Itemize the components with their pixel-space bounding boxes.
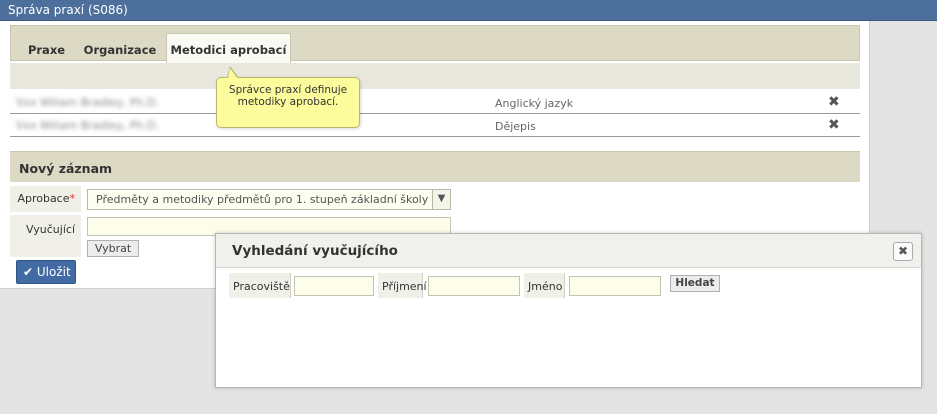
save-button-label: Uložit — [36, 265, 71, 279]
help-tooltip: Správce praxí definuje metodiky aprobací… — [216, 66, 360, 128]
window-title: Správa praxí (S086) — [0, 0, 937, 21]
check-icon: ✔ — [23, 265, 34, 279]
jmeno-input[interactable] — [569, 276, 661, 296]
pracoviste-input[interactable] — [294, 276, 374, 296]
close-icon[interactable]: ✖ — [893, 242, 913, 261]
jmeno-label: Jméno — [524, 273, 565, 298]
prijmeni-input[interactable] — [428, 276, 520, 296]
tab-organizace[interactable]: Organizace — [80, 34, 160, 62]
methodist-name: Vxx Wiliam Bradley, Ph.D. — [16, 119, 159, 132]
delete-icon[interactable]: ✖ — [828, 94, 840, 110]
aprobace-select-value: Předměty a metodiky předmětů pro 1. stup… — [96, 193, 429, 206]
search-teacher-dialog: Vyhledání vyučujícího ✖ Pracoviště Příjm… — [215, 233, 922, 388]
aprobace-select[interactable]: Předměty a metodiky předmětů pro 1. stup… — [87, 189, 451, 210]
save-button[interactable]: ✔ Uložit — [16, 260, 76, 284]
vybrat-button[interactable]: Vybrat — [87, 240, 139, 257]
search-button[interactable]: Hledat — [670, 275, 720, 292]
methodist-name: Vxx Wiliam Bradley, Ph.D. — [16, 96, 159, 109]
list-header-band — [10, 63, 860, 89]
required-mark: * — [69, 192, 76, 205]
methodist-subject: Dějepis — [495, 120, 536, 133]
new-record-title: Nový záznam — [10, 151, 860, 182]
tab-metodici-aprobaci[interactable]: Metodici aprobací — [166, 33, 291, 63]
aprobace-label-text: Aprobace — [17, 192, 70, 205]
pracoviste-label: Pracoviště — [229, 273, 291, 298]
tab-bar: Praxe Organizace Metodici aprobací — [10, 25, 860, 63]
delete-icon[interactable]: ✖ — [828, 117, 840, 133]
aprobace-label: Aprobace* — [10, 186, 81, 212]
methodist-subject: Anglický jazyk — [495, 97, 574, 110]
tab-praxe[interactable]: Praxe — [18, 34, 75, 62]
vyucujici-label: Vyučující — [10, 215, 81, 257]
prijmeni-label: Příjmení — [378, 273, 427, 298]
chevron-down-icon[interactable]: ▼ — [432, 190, 450, 209]
dialog-title: Vyhledání vyučujícího — [216, 234, 921, 268]
table-row: Vxx Wiliam Bradley, Ph.D. Anglický jazyk… — [10, 92, 860, 114]
table-row: Vxx Wiliam Bradley, Ph.D. Dějepis ✖ — [10, 115, 860, 137]
